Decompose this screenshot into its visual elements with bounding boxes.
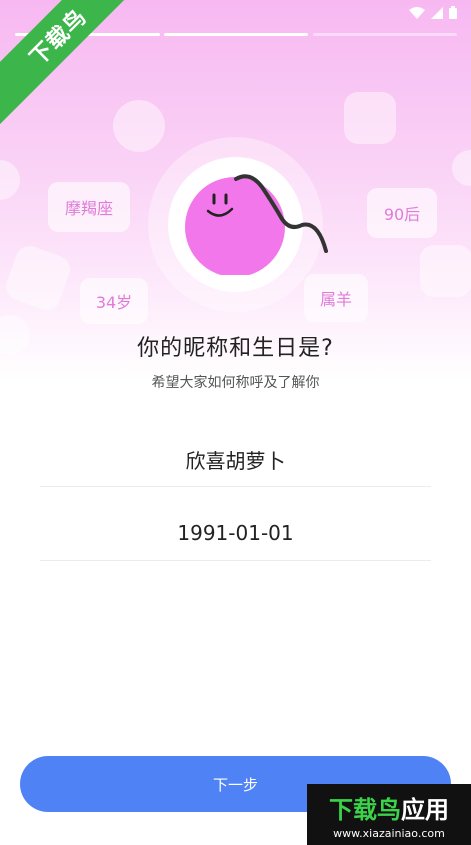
watermark-logo: 下载鸟应用 www.xiazainiao.com — [307, 784, 471, 845]
watermark-brand: 下载鸟应用 — [329, 790, 449, 825]
nickname-value: 欣喜胡萝卜 — [185, 448, 286, 473]
page-subtitle: 希望大家如何称呼及了解你 — [151, 375, 320, 391]
nickname-field[interactable]: 欣喜胡萝卜 — [40, 432, 431, 487]
tag-generation: 90后 — [367, 188, 437, 238]
progress-segment-2 — [164, 33, 308, 36]
watermark-brand-white: 应用 — [401, 795, 449, 824]
progress-segment-3 — [313, 33, 457, 36]
tag-chinese-zodiac-label: 属羊 — [319, 290, 352, 309]
birthday-field[interactable]: 1991-01-01 — [40, 506, 431, 561]
watermark-brand-green: 下载鸟 — [329, 795, 401, 824]
avatar-blob-icon[interactable] — [170, 165, 340, 275]
wifi-icon — [409, 4, 425, 23]
decor-circle — [113, 100, 165, 152]
tag-chinese-zodiac: 属羊 — [304, 274, 368, 322]
watermark-url: www.xiazainiao.com — [333, 826, 445, 840]
tag-zodiac: 摩羯座 — [48, 182, 130, 232]
tag-generation-label: 90后 — [383, 205, 421, 224]
tag-age: 34岁 — [80, 278, 148, 324]
tag-zodiac-label: 摩羯座 — [64, 199, 113, 218]
birthday-value: 1991-01-01 — [177, 521, 294, 545]
tag-age-label: 34岁 — [95, 293, 133, 312]
next-button-label: 下一步 — [212, 775, 258, 794]
battery-icon — [449, 4, 457, 23]
page-title: 你的昵称和生日是? — [137, 336, 334, 361]
decor-rounded-square — [420, 245, 471, 297]
signal-icon — [431, 4, 443, 23]
decor-rounded-square — [344, 92, 396, 144]
